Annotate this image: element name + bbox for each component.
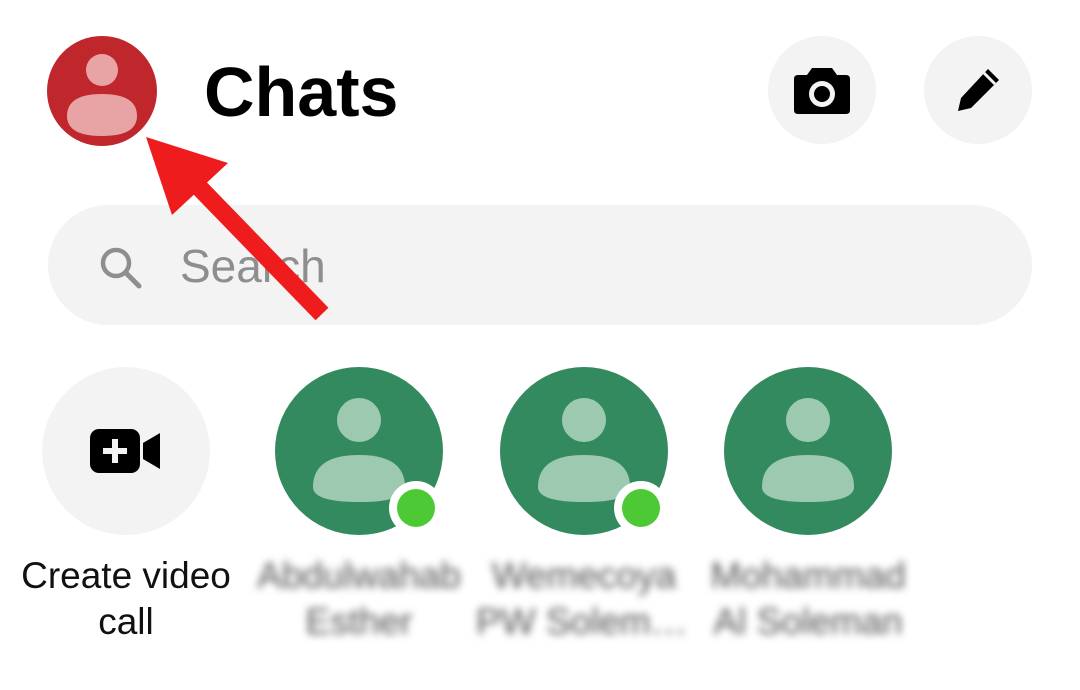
person-icon <box>762 398 854 502</box>
online-status-dot <box>614 481 668 535</box>
contact-name: Wemecoya PW Soleman... <box>476 555 692 642</box>
contact-name: Abdulwahab Esther <box>257 555 461 642</box>
chats-screen: Chats Search Create video call Abdulwaha… <box>0 0 1080 690</box>
search-input[interactable]: Search <box>180 238 326 294</box>
person-icon <box>67 54 137 136</box>
camera-button[interactable] <box>768 36 876 144</box>
pencil-icon <box>958 69 999 111</box>
profile-avatar[interactable] <box>47 36 157 146</box>
compose-button[interactable] <box>924 36 1032 144</box>
video-call-add-icon <box>90 429 160 473</box>
contact-name: Mohammad Al Soleman <box>710 555 906 642</box>
online-status-dot <box>389 481 443 535</box>
create-video-call-button[interactable] <box>42 367 210 535</box>
camera-icon <box>794 68 850 114</box>
search-icon <box>100 247 142 289</box>
page-title: Chats <box>204 53 399 131</box>
create-video-call-label: Create video call <box>21 555 231 642</box>
contact-avatar[interactable] <box>724 367 892 535</box>
